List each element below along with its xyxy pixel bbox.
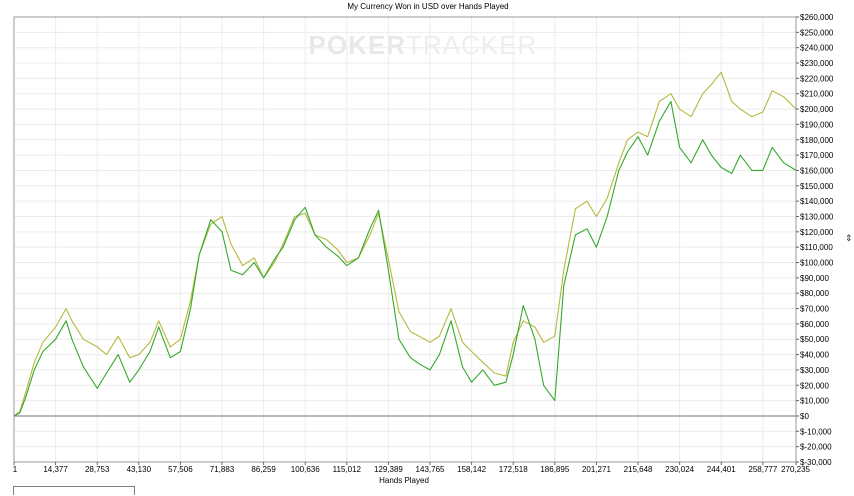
x-tick-label: 71,883 [210,465,235,474]
y-tick-label: $100,000 [800,259,834,268]
grid-layer [13,16,797,463]
y-tick-label: $-10,000 [800,427,832,436]
y-tick-label: $-20,000 [800,443,832,452]
currency-won-chart: My Currency Won in USD over Hands Played… [13,2,853,485]
x-tick-label: 86,259 [251,465,276,474]
y-tick-label: $140,000 [800,197,834,206]
x-tick-label: 143,765 [416,465,445,474]
y-axis-resize-handle[interactable]: ⇕ [845,233,853,243]
x-tick-label: 115,012 [333,465,362,474]
series-line-1 [13,71,797,417]
x-tick-label: 43,130 [127,465,152,474]
y-tick-label: $160,000 [800,166,834,175]
y-tick-label: $80,000 [800,289,829,298]
x-tick-label: 100,636 [291,465,320,474]
x-tick-label: 230,024 [665,465,694,474]
y-tick-label: $20,000 [800,381,829,390]
y-tick-label: $210,000 [800,90,834,99]
y-tick-label: $180,000 [800,136,834,145]
series-line-2 [13,100,797,417]
y-tick-label: $230,000 [800,59,834,68]
x-tick-label: 172,518 [499,465,528,474]
x-tick-label: 215,648 [624,465,653,474]
plot-area-frame [13,16,797,463]
y-tick-label: $170,000 [800,151,834,160]
y-tick-label: $250,000 [800,28,834,37]
y-tick-label: $50,000 [800,335,829,344]
y-tick-label: $70,000 [800,305,829,314]
series-layer [13,71,797,417]
y-tick-label: $90,000 [800,274,829,283]
y-tick-label: $110,000 [800,243,833,252]
watermark-poker: POKER [309,30,406,60]
x-tick-label: 158,142 [457,465,486,474]
x-tick-label: 57,506 [168,465,193,474]
y-tick-label: $240,000 [800,44,834,53]
chart-root: My Currency Won in USD over Hands Played… [0,0,854,495]
y-tick-label: $0 [800,412,809,421]
x-tick-label: 129,389 [374,465,403,474]
y-tick-label: $130,000 [800,212,834,221]
y-tick-label: $220,000 [800,74,834,83]
y-tick-label: $120,000 [800,228,834,237]
y-tick-label: $200,000 [800,105,834,114]
y-tick-label: $150,000 [800,182,834,191]
x-tick-label: 28,753 [85,465,110,474]
y-tick-label: $30,000 [800,366,829,375]
x-tick-label: 14,377 [43,465,68,474]
x-tick-label: 186,895 [540,465,569,474]
x-tick-label: 244,401 [707,465,736,474]
axis-layer: $260,000 $250,000 $240,000 $230,000 $220,000… [13,13,834,474]
x-axis-label: Hands Played [379,476,429,485]
x-tick-label: 270,235 [781,465,810,474]
x-tick-label: 1 [13,465,18,474]
y-tick-label: $40,000 [800,351,829,360]
x-tick-label: 258,777 [748,465,777,474]
x-tick-label: 201,271 [582,465,611,474]
y-tick-label: $10,000 [800,397,829,406]
chart-title: My Currency Won in USD over Hands Played [347,2,508,11]
y-tick-label: $60,000 [800,320,829,329]
y-tick-label: $190,000 [800,120,834,129]
y-tick-label: $260,000 [800,13,834,22]
